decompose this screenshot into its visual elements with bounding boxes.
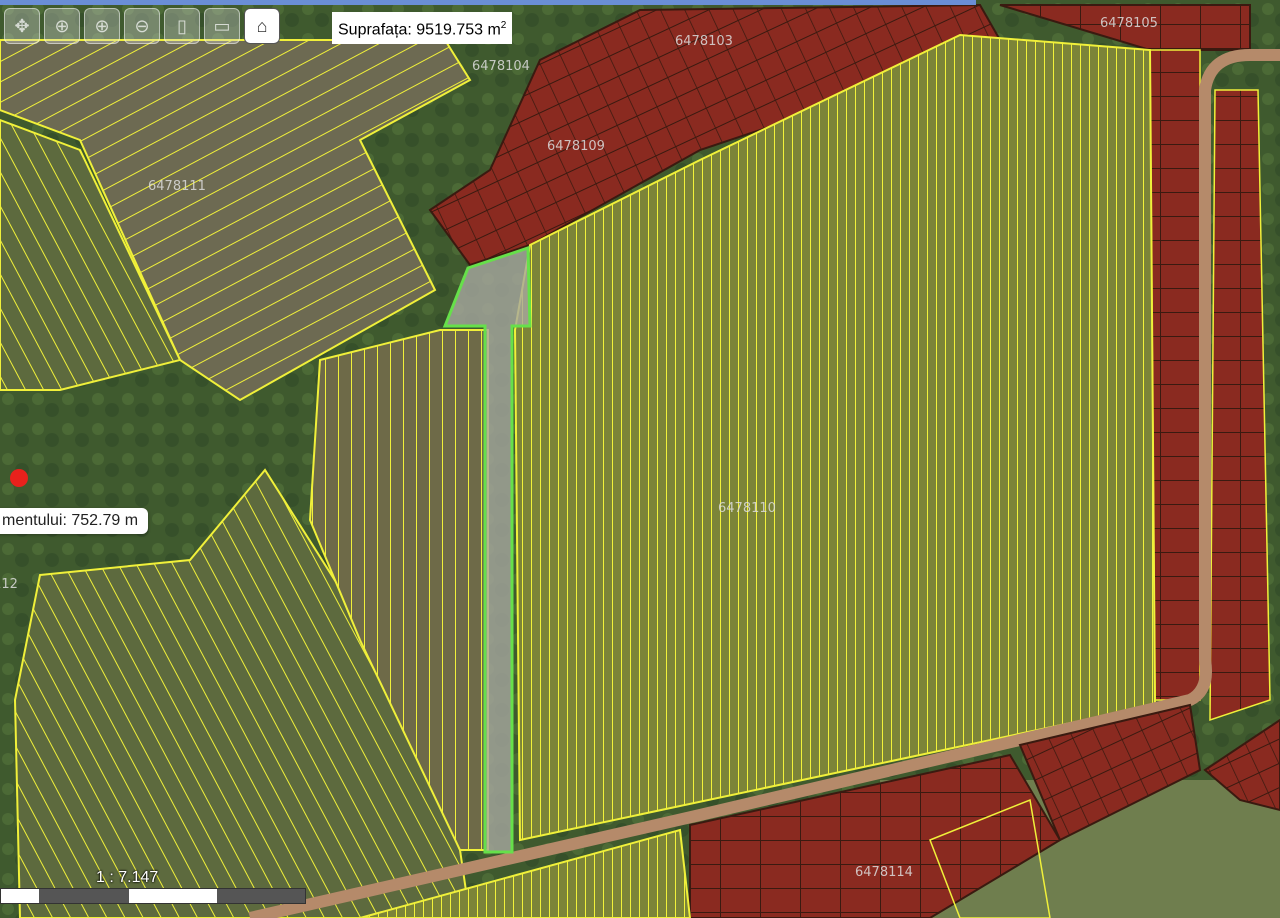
area-measurement-label: Suprafața: 9519.753 m2 bbox=[332, 12, 513, 45]
measure-length-icon[interactable]: ▯ bbox=[164, 8, 200, 44]
measure-area-icon[interactable]: ▭ bbox=[204, 8, 240, 44]
map-view[interactable]: 6478104 6478103 6478105 6478111 6478110 … bbox=[0, 0, 1280, 918]
parcel-label: 6478104 bbox=[472, 59, 530, 74]
location-pin-icon[interactable] bbox=[10, 469, 28, 487]
parcel-label: 6478112 bbox=[0, 577, 18, 592]
length-measurement-label: mentului: 752.79 m bbox=[0, 508, 149, 534]
scale-ratio: 1 : 7.147 bbox=[96, 869, 159, 886]
home-icon[interactable]: ⌂ bbox=[244, 8, 280, 44]
scale-bar bbox=[0, 888, 306, 904]
zoom-out-icon[interactable]: ⊖ bbox=[124, 8, 160, 44]
parcel-label: 6478110 bbox=[718, 501, 776, 516]
parcel-label: 6478103 bbox=[675, 34, 733, 49]
parcel-right-column-1[interactable] bbox=[1149, 49, 1201, 701]
map-toolbar: ✥ ⊕ ⊕ ⊖ ▯ ▭ ⌂ bbox=[4, 8, 280, 48]
parcel-label: 6478105 bbox=[1100, 16, 1158, 31]
zoom-in-icon[interactable]: ⊕ bbox=[84, 8, 120, 44]
parcel-label: 6478109 bbox=[547, 139, 605, 154]
top-progress-bar bbox=[0, 0, 976, 5]
parcel-label: 6478114 bbox=[855, 865, 913, 880]
pan-icon[interactable]: ✥ bbox=[4, 8, 40, 44]
extent-icon[interactable]: ⊕ bbox=[44, 8, 80, 44]
parcel-label: 6478111 bbox=[148, 179, 206, 194]
